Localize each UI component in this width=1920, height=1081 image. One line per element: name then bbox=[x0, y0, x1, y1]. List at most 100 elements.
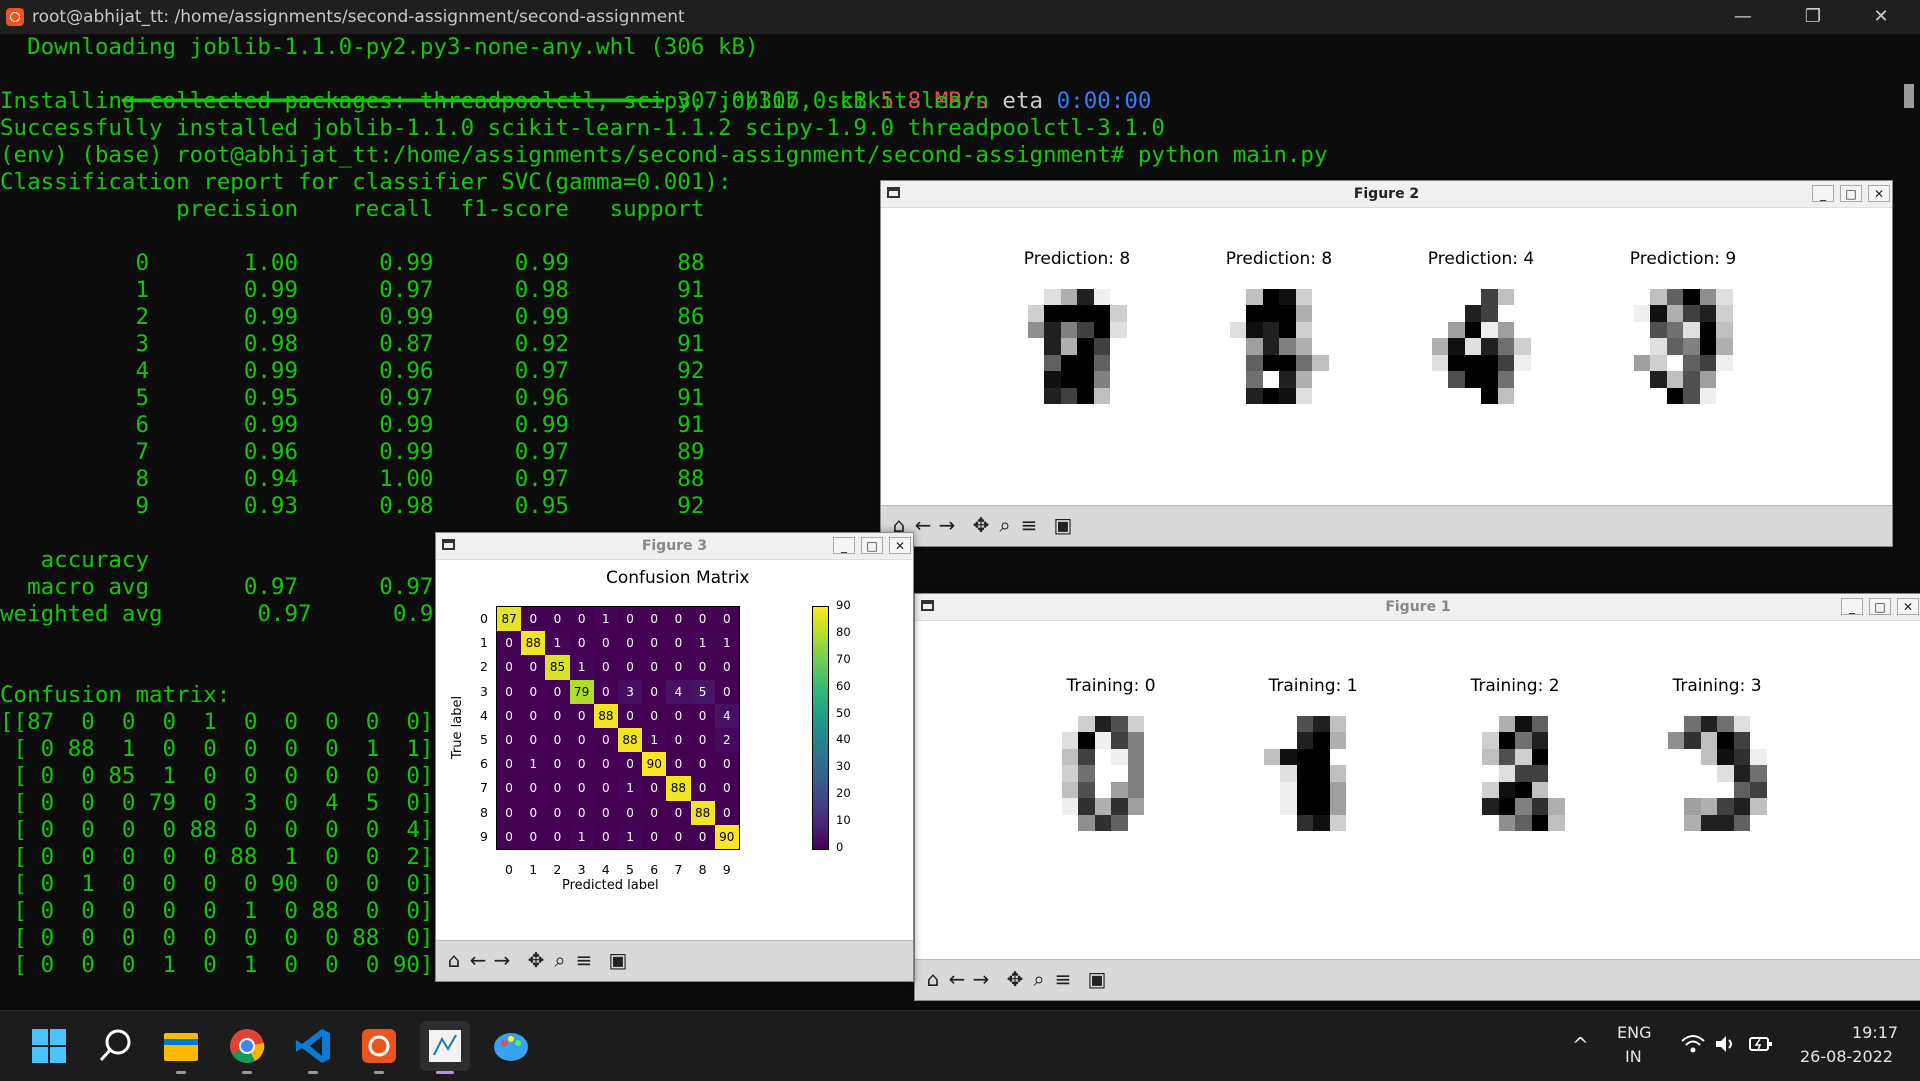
clock-time[interactable]: 19:17 bbox=[1852, 1023, 1898, 1042]
volume-icon[interactable] bbox=[1714, 1033, 1738, 1059]
zoom-icon[interactable]: ⌕ bbox=[1027, 967, 1051, 991]
maximize-icon[interactable]: □ bbox=[1840, 185, 1862, 202]
digit-pixel bbox=[1295, 371, 1312, 388]
save-icon[interactable]: ▣ bbox=[1085, 967, 1109, 991]
digit-pixel bbox=[1262, 272, 1279, 289]
wifi-icon[interactable] bbox=[1680, 1033, 1706, 1059]
digit-pixel bbox=[1077, 272, 1094, 289]
digit-pixel bbox=[1431, 321, 1448, 338]
restore-icon[interactable]: ❐ bbox=[1790, 3, 1836, 31]
digit-pixel bbox=[1515, 699, 1532, 716]
figure-1-window[interactable]: Figure 1 _ □ ✕ Training: 0 Training: 1 Tra… bbox=[914, 593, 1920, 1001]
zoom-icon[interactable]: ⌕ bbox=[993, 513, 1017, 537]
vscode-icon[interactable] bbox=[288, 1021, 338, 1074]
back-icon[interactable]: ← bbox=[466, 948, 490, 972]
minimize-icon[interactable]: _ bbox=[833, 537, 855, 554]
save-icon[interactable]: ▣ bbox=[606, 948, 630, 972]
digit-pixel bbox=[1465, 732, 1482, 749]
digit-pixel bbox=[1127, 814, 1144, 831]
configure-subplots-icon[interactable]: ≡ bbox=[1017, 513, 1041, 537]
digit-pixel bbox=[1229, 272, 1246, 289]
terminal-line: accuracy bbox=[0, 547, 150, 573]
chrome-icon[interactable] bbox=[222, 1021, 272, 1074]
file-explorer-icon[interactable] bbox=[156, 1021, 206, 1074]
search-icon[interactable] bbox=[90, 1021, 140, 1071]
digit-pixel bbox=[1060, 321, 1077, 338]
matrix-cell: 0 bbox=[666, 607, 691, 632]
figure-2-window[interactable]: Figure 2 _ □ ✕ Prediction: 8 Prediction: … bbox=[880, 180, 1893, 547]
terminal-scrollbar[interactable] bbox=[1904, 84, 1914, 108]
language-top[interactable]: ENG bbox=[1617, 1023, 1651, 1042]
configure-subplots-icon[interactable]: ≡ bbox=[1051, 967, 1075, 991]
home-icon[interactable]: ⌂ bbox=[921, 967, 945, 991]
digit-pixel bbox=[1078, 699, 1095, 716]
digit-pixel bbox=[1126, 371, 1143, 388]
minimize-icon[interactable]: — bbox=[1720, 3, 1766, 31]
terminal-line: [ 0 0 0 0 88 0 0 0 0 4] bbox=[0, 817, 434, 843]
digit-pixel bbox=[1617, 305, 1634, 322]
chart-title: Confusion Matrix bbox=[606, 568, 750, 588]
digit-pixel bbox=[1667, 814, 1684, 831]
digit-pixel bbox=[1362, 699, 1379, 716]
home-icon[interactable]: ⌂ bbox=[442, 948, 466, 972]
show-hidden-icons-button[interactable]: ^ bbox=[1572, 1033, 1589, 1057]
pan-icon[interactable]: ✥ bbox=[524, 948, 548, 972]
back-icon[interactable]: ← bbox=[945, 967, 969, 991]
terminal-title-bar[interactable]: root@abhijat_tt: /home/assignments/secon… bbox=[0, 0, 1920, 34]
start-icon[interactable] bbox=[24, 1021, 74, 1071]
matrix-cell: 0 bbox=[714, 800, 739, 825]
digit-pixel bbox=[1044, 288, 1061, 305]
digit-pixel bbox=[1464, 272, 1481, 289]
matrix-cell: 0 bbox=[497, 727, 522, 753]
matrix-cell: 0 bbox=[617, 752, 643, 777]
clock-date[interactable]: 26-08-2022 bbox=[1800, 1047, 1893, 1066]
minimize-icon[interactable]: _ bbox=[1841, 598, 1863, 615]
close-icon[interactable]: ✕ bbox=[1897, 598, 1919, 615]
matrix-cell: 0 bbox=[569, 776, 594, 801]
close-icon[interactable]: ✕ bbox=[889, 537, 911, 554]
digit-pixel bbox=[1617, 288, 1634, 305]
forward-icon[interactable]: → bbox=[490, 948, 514, 972]
digit-pixel bbox=[1666, 305, 1683, 322]
terminal-line: 6 0.99 0.99 0.99 91 bbox=[0, 412, 705, 438]
forward-icon[interactable]: → bbox=[935, 513, 959, 537]
digit-pixel bbox=[1362, 732, 1379, 749]
pan-icon[interactable]: ✥ bbox=[1003, 967, 1027, 991]
back-icon[interactable]: ← bbox=[911, 513, 935, 537]
matrix-cell: 0 bbox=[690, 655, 715, 680]
close-icon[interactable]: ✕ bbox=[1868, 185, 1890, 202]
terminal-line: 9 0.93 0.98 0.95 92 bbox=[0, 493, 705, 519]
configure-subplots-icon[interactable]: ≡ bbox=[572, 948, 596, 972]
matrix-cell: 0 bbox=[497, 679, 522, 704]
zoom-icon[interactable]: ⌕ bbox=[548, 948, 572, 972]
matplotlib-figure-icon[interactable] bbox=[420, 1021, 470, 1074]
digit-pixel bbox=[1213, 272, 1230, 289]
save-icon[interactable]: ▣ bbox=[1051, 513, 1075, 537]
matrix-cell: 0 bbox=[521, 607, 546, 632]
digit-pixel bbox=[1564, 732, 1581, 749]
forward-icon[interactable]: → bbox=[969, 967, 993, 991]
digit-pixel bbox=[1078, 732, 1095, 749]
digit-pixel bbox=[1482, 765, 1499, 782]
minimize-icon[interactable]: _ bbox=[1812, 185, 1834, 202]
language-bottom[interactable]: IN bbox=[1625, 1047, 1642, 1066]
digit-pixel bbox=[1313, 765, 1330, 782]
digit-pixel bbox=[1415, 387, 1432, 404]
digit-pixel bbox=[1449, 715, 1466, 732]
colorbar-tick-label: 30 bbox=[836, 759, 851, 774]
digit-pixel bbox=[1548, 715, 1565, 732]
y-axis-label: True label bbox=[450, 695, 466, 760]
digit-pixel bbox=[1011, 338, 1028, 355]
ubuntu-icon[interactable] bbox=[354, 1021, 404, 1074]
close-icon[interactable]: ✕ bbox=[1858, 3, 1904, 31]
digit-pixel bbox=[1127, 699, 1144, 716]
battery-icon[interactable] bbox=[1748, 1033, 1774, 1059]
maximize-icon[interactable]: □ bbox=[861, 537, 883, 554]
paint-icon[interactable] bbox=[486, 1021, 536, 1071]
figure-3-window[interactable]: Figure 3 _ □ ✕ Confusion Matrix 87 0 0 0 1 0 0… bbox=[435, 532, 914, 982]
digit-pixel bbox=[1700, 765, 1717, 782]
x-tick-label: 5 bbox=[626, 862, 634, 877]
pan-icon[interactable]: ✥ bbox=[969, 513, 993, 537]
maximize-icon[interactable]: □ bbox=[1869, 598, 1891, 615]
digit-pixel bbox=[1716, 305, 1733, 322]
